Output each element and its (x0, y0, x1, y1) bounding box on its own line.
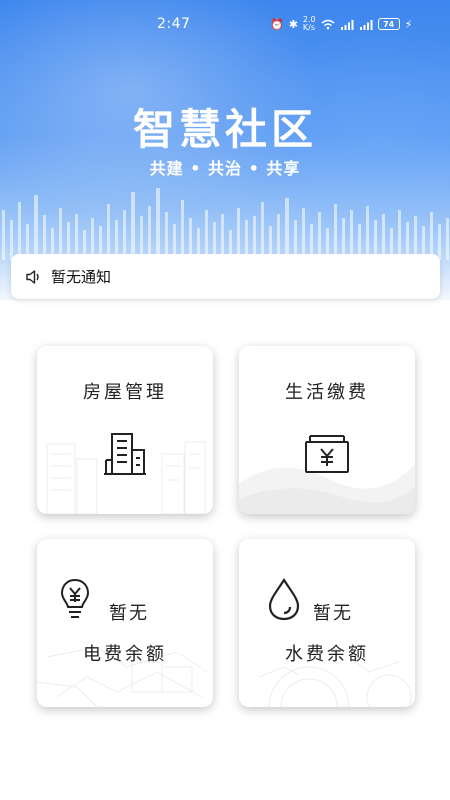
app-subtitle: 共建 • 共治 • 共享 (149, 159, 301, 178)
wifi-icon (321, 19, 335, 29)
status-icons: ⏰ ✱ 2.0 K/s 74 ⚡ (270, 16, 412, 32)
skyline-decoration (2, 188, 449, 260)
data-icon: 2.0 K/s (302, 15, 316, 32)
app-title: 智慧社区 (132, 105, 317, 154)
electricity-balance-card[interactable]: 暂无 电费余额 (37, 539, 213, 707)
notice-bar[interactable]: 暂无通知 (11, 254, 440, 299)
water-drop-icon (268, 577, 300, 621)
status-time: 2:47 (157, 16, 191, 32)
signal-icon-2 (359, 19, 373, 30)
status-bar: 2:47 ⏰ ✱ 2.0 K/s 74 ⚡ (0, 0, 450, 50)
house-management-card[interactable]: 房屋管理 (37, 346, 213, 514)
speaker-icon (26, 269, 39, 284)
battery-icon: 74 (377, 18, 400, 30)
notice-text: 暂无通知 (51, 268, 112, 286)
electricity-value: 暂无 (109, 603, 149, 624)
lightbulb-yuan-icon (60, 578, 90, 618)
alarm-icon: ⏰ (270, 17, 284, 31)
water-balance-card[interactable]: 暂无 水费余额 (239, 539, 415, 707)
electricity-balance-label: 电费余额 (83, 644, 167, 665)
charging-icon: ⚡ (404, 17, 413, 31)
building-icon (104, 433, 146, 475)
water-value: 暂无 (313, 603, 353, 624)
bottom-area (0, 720, 450, 800)
life-payment-card[interactable]: 生活缴费 (239, 346, 415, 514)
house-management-label: 房屋管理 (83, 382, 167, 403)
signal-icon (340, 19, 354, 30)
yuan-box-icon (305, 435, 349, 473)
water-balance-label: 水费余额 (285, 644, 369, 665)
bluetooth-icon: ✱ (288, 17, 298, 31)
life-payment-label: 生活缴费 (285, 382, 369, 403)
